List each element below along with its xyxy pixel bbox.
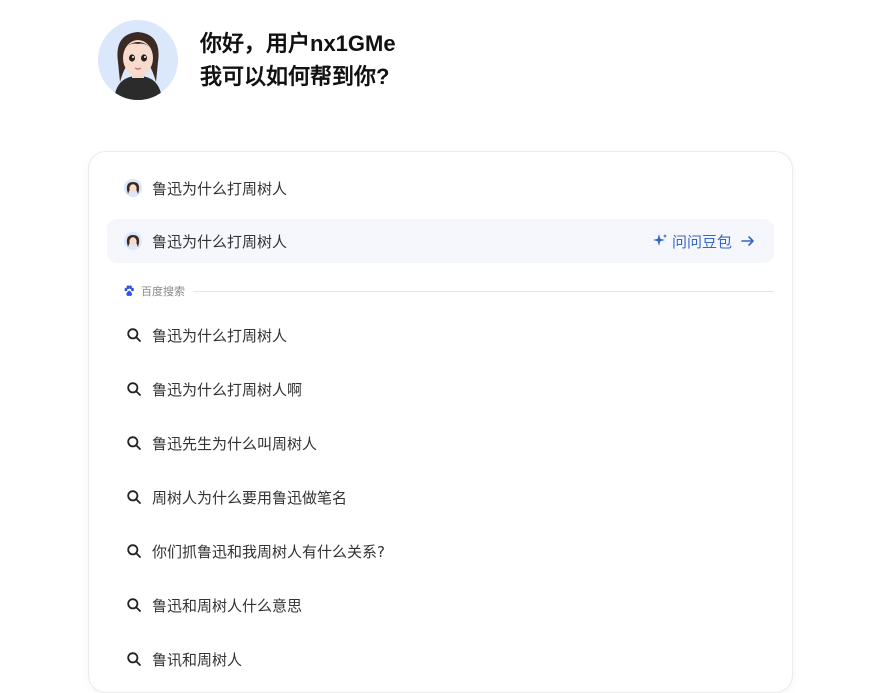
search-result-text: 鲁讯和周树人 (152, 650, 243, 669)
search-result-item[interactable]: 周树人为什么要用鲁迅做笔名 (107, 475, 774, 519)
search-result-text: 周树人为什么要用鲁迅做笔名 (152, 488, 348, 507)
suggestion-text: 鲁迅为什么打周树人 (152, 179, 288, 198)
search-result-item[interactable]: 鲁迅为什么打周树人 (107, 313, 774, 357)
sparkle-icon (652, 234, 667, 246)
baidu-section-label: 百度搜索 (141, 285, 185, 298)
search-icon (127, 544, 141, 558)
greeting-header: 你好，用户nx1GMe 我可以如何帮到你? (98, 20, 396, 100)
search-result-text: 鲁迅和周树人什么意思 (152, 596, 303, 615)
arrow-right-icon (741, 236, 754, 246)
search-result-item[interactable]: 鲁迅先生为什么叫周树人 (107, 421, 774, 465)
search-result-text: 鲁迅为什么打周树人 (152, 326, 288, 345)
suggestion-item[interactable]: 鲁迅为什么打周树人 (107, 166, 774, 210)
search-icon (127, 328, 141, 342)
search-result-text: 你们抓鲁迅和我周树人有什么关系? (152, 542, 385, 561)
suggestion-text: 鲁迅为什么打周树人 (152, 232, 288, 251)
suggestion-panel: 鲁迅为什么打周树人 鲁迅为什么打周树人 问问豆包 百度搜索 鲁迅为什么打周树人 … (88, 151, 793, 693)
greeting-text: 你好，用户nx1GMe 我可以如何帮到你? (200, 27, 396, 93)
search-icon (127, 652, 141, 666)
baidu-paw-icon (124, 285, 134, 297)
ask-doubao-label: 问问豆包 (671, 232, 732, 251)
greeting-title: 你好，用户nx1GMe (200, 31, 396, 56)
search-result-item[interactable]: 鲁迅和周树人什么意思 (107, 583, 774, 627)
search-result-text: 鲁迅先生为什么叫周树人 (152, 434, 318, 453)
ask-doubao-button[interactable]: 问问豆包 (652, 219, 756, 263)
search-icon (127, 490, 141, 504)
divider-line (193, 290, 774, 292)
search-icon (127, 382, 141, 396)
search-icon (127, 598, 141, 612)
search-icon (127, 436, 141, 450)
assistant-avatar-icon (124, 179, 142, 197)
search-result-item[interactable]: 鲁讯和周树人 (107, 637, 774, 681)
search-result-text: 鲁迅为什么打周树人啊 (152, 380, 303, 399)
search-result-item[interactable]: 你们抓鲁迅和我周树人有什么关系? (107, 529, 774, 573)
avatar (98, 20, 178, 100)
search-result-item[interactable]: 鲁迅为什么打周树人啊 (107, 367, 774, 411)
greeting-subtitle: 我可以如何帮到你? (200, 64, 390, 89)
baidu-section-divider: 百度搜索 (123, 283, 774, 299)
assistant-avatar-icon (124, 232, 142, 250)
suggestion-item-active[interactable]: 鲁迅为什么打周树人 问问豆包 (107, 219, 774, 263)
